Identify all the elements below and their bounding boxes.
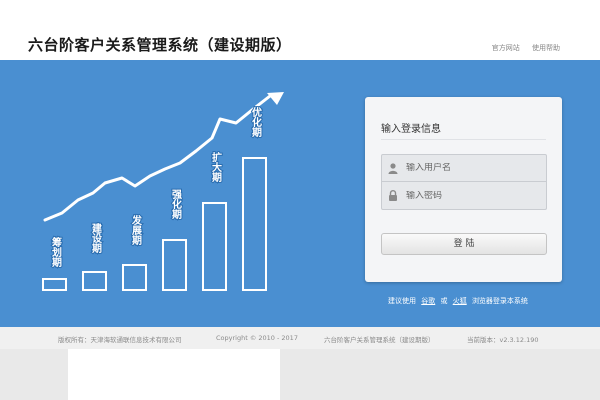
chrome-link[interactable]: 谷歌 xyxy=(421,297,435,305)
footer-copyright: Copyright © 2010 - 2017 xyxy=(216,334,298,342)
footer: 版权所有：天津海软通联信息技术有限公司 Copyright © 2010 - 2… xyxy=(0,327,600,349)
stage-label-1: 筹划期 xyxy=(50,236,62,268)
browser-hint-suffix: 浏览器登录本系统 xyxy=(471,297,528,305)
stage-bar-4 xyxy=(162,239,187,291)
app-title: 六台阶客户关系管理系统（建设期版） xyxy=(28,36,292,54)
footer-version: 当前版本：v2.3.12.190 xyxy=(467,336,539,344)
browser-hint: 建议使用 谷歌 或 火狐 浏览器登录本系统 xyxy=(388,296,528,306)
help-link[interactable]: 使用帮助 xyxy=(532,44,560,52)
header: 六台阶客户关系管理系统（建设期版） 官方网站 使用帮助 xyxy=(0,0,600,60)
password-input[interactable] xyxy=(404,190,534,201)
user-icon xyxy=(382,155,404,181)
official-site-link[interactable]: 官方网站 xyxy=(492,44,520,52)
stage-label-4: 强化期 xyxy=(170,189,182,220)
stage-label-6: 优化期 xyxy=(250,106,262,138)
login-button[interactable]: 登 陆 xyxy=(381,233,547,255)
footer-system-name: 六台阶客户关系管理系统（建设期版） xyxy=(324,336,435,344)
browser-hint-or: 或 xyxy=(440,297,448,305)
login-panel: 输入登录信息 登 陆 xyxy=(365,97,562,282)
username-input[interactable] xyxy=(404,163,534,173)
stage-label-2: 建设期 xyxy=(90,222,103,254)
stage-bar-1 xyxy=(42,278,67,291)
lock-icon xyxy=(382,182,404,209)
password-field[interactable] xyxy=(381,182,547,210)
footer-owner: 版权所有：天津海软通联信息技术有限公司 xyxy=(58,336,182,344)
growth-trend-line xyxy=(43,94,272,222)
stage-bar-2 xyxy=(82,271,107,291)
stage-bars xyxy=(42,157,267,291)
bottom-panel xyxy=(68,349,280,400)
growth-illustration: 筹划期 建设期 发展期 强化期 扩大期 优化期 xyxy=(42,92,284,291)
header-links: 官方网站 使用帮助 xyxy=(482,43,560,53)
browser-hint-prefix: 建议使用 xyxy=(388,297,416,305)
stage-label-3: 发展期 xyxy=(130,214,143,246)
arrow-up-right-icon xyxy=(267,92,284,105)
login-divider xyxy=(381,139,546,140)
username-field[interactable] xyxy=(381,154,547,182)
stage-label-5: 扩大期 xyxy=(210,151,222,183)
stage-bar-6 xyxy=(242,157,267,291)
login-title: 输入登录信息 xyxy=(381,124,441,135)
firefox-link[interactable]: 火狐 xyxy=(453,297,467,305)
stage-bar-5 xyxy=(202,202,227,291)
bottom-area xyxy=(0,349,600,400)
stage-bar-3 xyxy=(122,264,147,291)
